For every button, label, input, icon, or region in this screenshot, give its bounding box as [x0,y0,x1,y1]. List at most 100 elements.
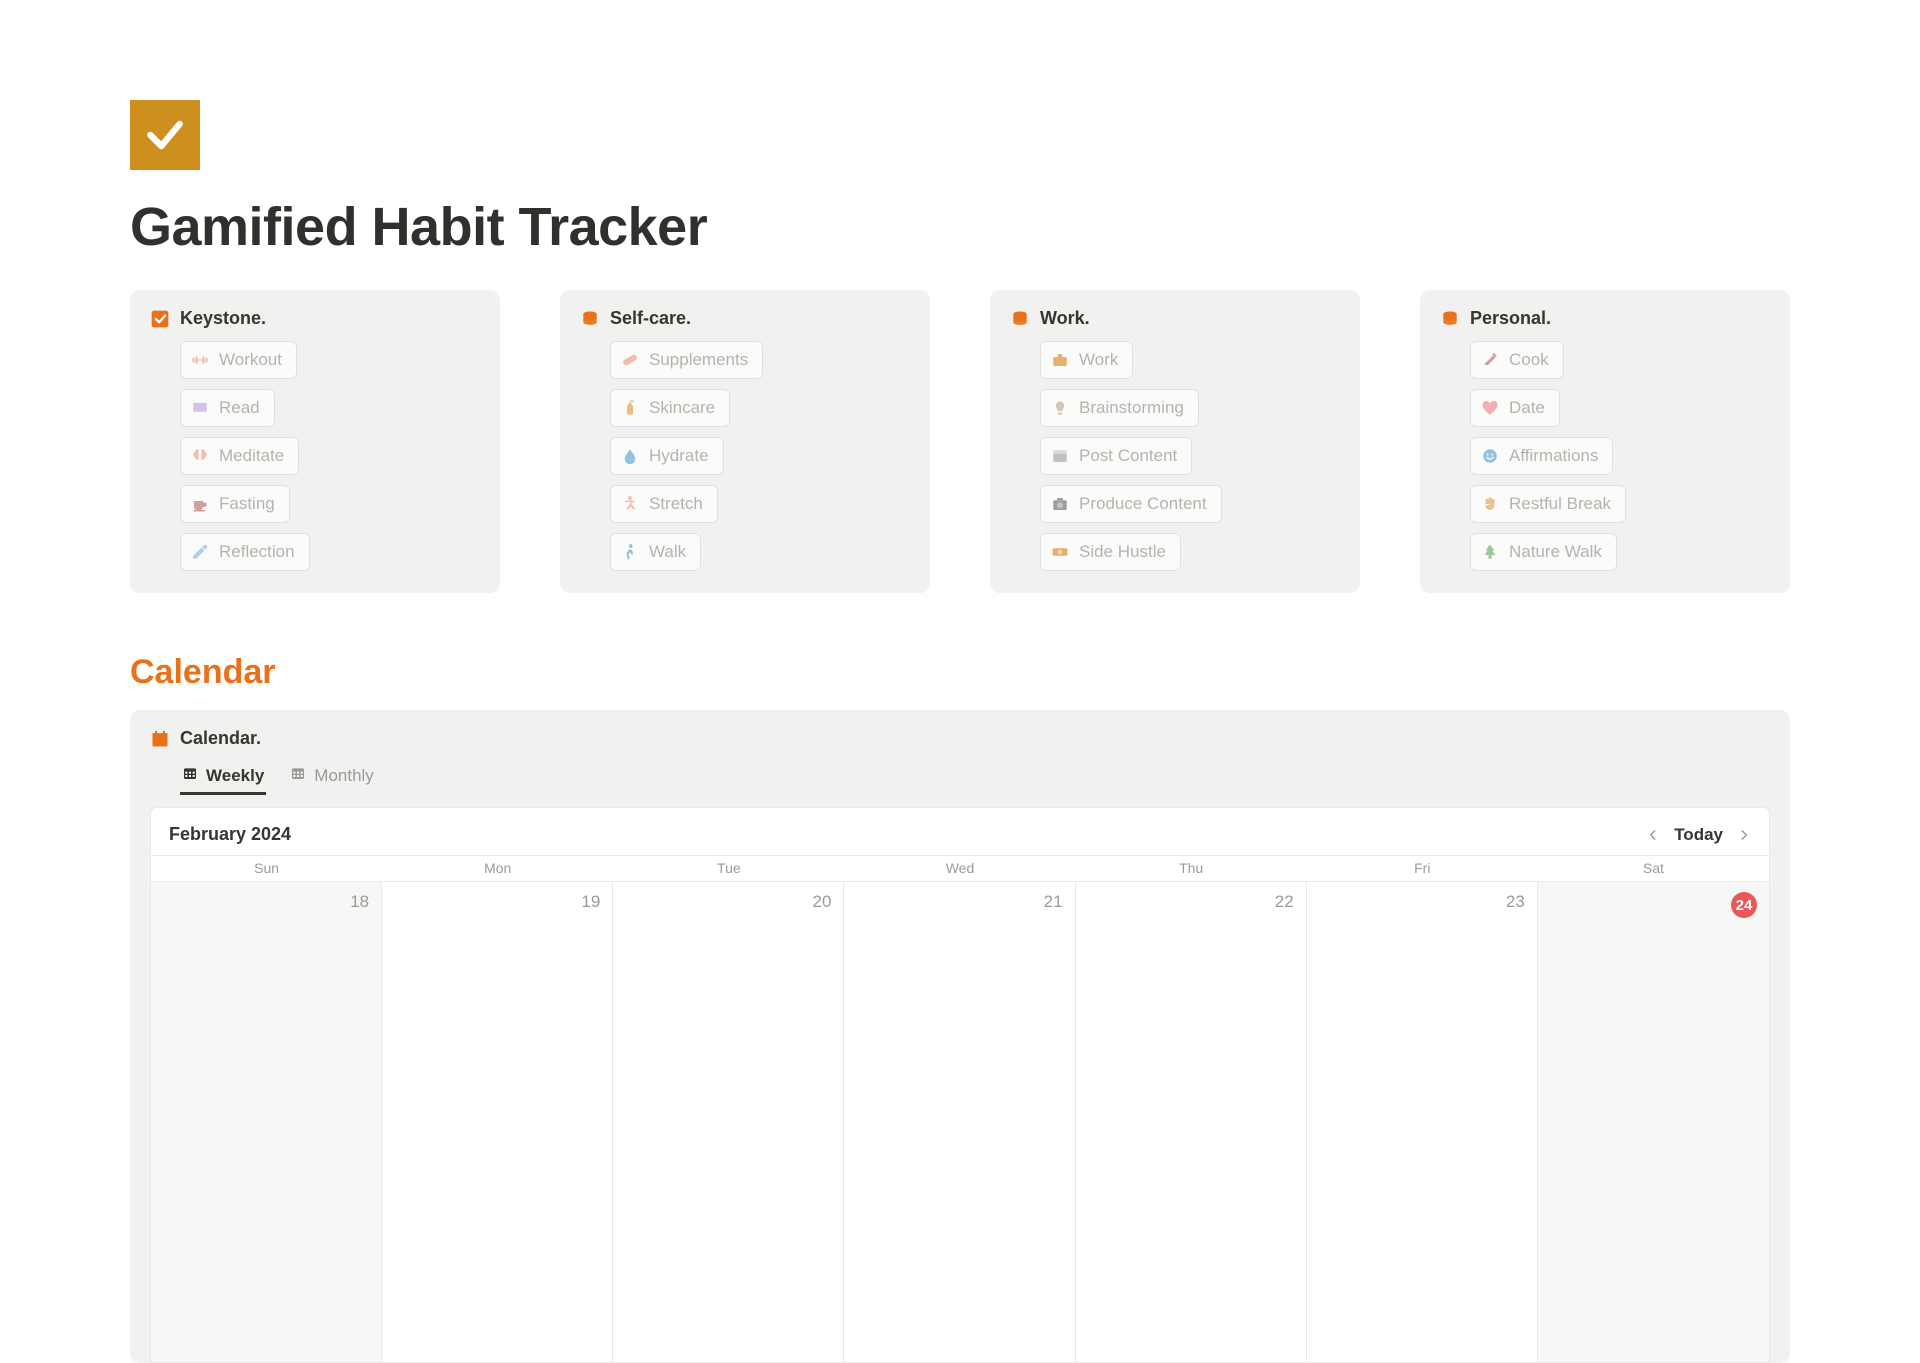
briefcase-icon [1051,351,1069,369]
habit-chip-label: Hydrate [649,446,709,466]
habit-chip[interactable]: Brainstorming [1040,389,1199,427]
calendar-next-button[interactable] [1737,828,1751,842]
stack-orange-icon [1010,309,1030,329]
habit-chip[interactable]: Meditate [180,437,299,475]
check-icon [143,113,187,157]
calendar-today-button[interactable]: Today [1674,825,1723,845]
habit-chip[interactable]: Restful Break [1470,485,1626,523]
page-title: Gamified Habit Tracker [130,196,1790,258]
pencil-icon [191,543,209,561]
calendar-title: Calendar. [180,728,261,749]
weekday-label: Fri [1307,856,1538,881]
habit-chip[interactable]: Workout [180,341,297,379]
calendar-grid-icon [182,765,198,786]
bulb-icon [1051,399,1069,417]
card-title: Work. [1040,308,1090,329]
date-cell[interactable]: 20 [613,882,844,1362]
check-square-orange-icon [150,309,170,329]
habit-chip[interactable]: Stretch [610,485,718,523]
habit-chip[interactable]: Side Hustle [1040,533,1181,571]
habit-chip-label: Supplements [649,350,748,370]
cash-icon [1051,543,1069,561]
chip-list: Supplements Skincare Hydrate Stretch Walk [580,341,910,571]
habit-chip[interactable]: Hydrate [610,437,724,475]
card-title: Personal. [1470,308,1551,329]
date-cell[interactable]: 22 [1076,882,1307,1362]
habit-chip-label: Affirmations [1509,446,1598,466]
calendar-tab-monthly[interactable]: Monthly [288,759,376,795]
hands-icon [1481,495,1499,513]
heart-icon [1481,399,1499,417]
habit-chip-label: Post Content [1079,446,1177,466]
tab-label: Monthly [314,766,374,786]
date-number: 19 [581,892,600,912]
habit-chip-label: Work [1079,350,1118,370]
habit-chip-label: Fasting [219,494,275,514]
calendar-prev-button[interactable] [1646,828,1660,842]
habit-chip[interactable]: Affirmations [1470,437,1613,475]
calendar-tabs: Weekly Monthly [150,759,1770,795]
calendar-month-label: February 2024 [169,824,291,845]
stack-orange-icon [580,309,600,329]
chevron-left-icon [1646,828,1660,842]
card-personal: Personal. Cook Date Affirmations Restful Bre… [1420,290,1790,593]
habit-chip[interactable]: Skincare [610,389,730,427]
weekday-label: Sat [1538,856,1769,881]
date-number: 20 [813,892,832,912]
habit-chip[interactable]: Walk [610,533,701,571]
habit-chip[interactable]: Work [1040,341,1133,379]
mug-icon [191,495,209,513]
cards-row: Keystone. Workout Read Meditate Fasting Refle… [130,290,1790,593]
habit-chip-label: Side Hustle [1079,542,1166,562]
chip-list: Workout Read Meditate Fasting Reflection [150,341,480,571]
habit-chip-label: Date [1509,398,1545,418]
habit-chip[interactable]: Nature Walk [1470,533,1617,571]
date-number: 22 [1275,892,1294,912]
tree-icon [1481,543,1499,561]
card-keystone: Keystone. Workout Read Meditate Fasting Refle… [130,290,500,593]
card-selfcare: Self-care. Supplements Skincare Hydrate Stre… [560,290,930,593]
today-badge: 24 [1731,892,1757,918]
habit-chip-label: Reflection [219,542,295,562]
card-title: Self-care. [610,308,691,329]
habit-chip[interactable]: Post Content [1040,437,1192,475]
weekday-label: Tue [613,856,844,881]
calendar-card: Calendar. Weekly Monthly February 2024 To… [130,710,1790,1363]
habit-chip-label: Restful Break [1509,494,1611,514]
habit-chip[interactable]: Date [1470,389,1560,427]
weekday-label: Thu [1076,856,1307,881]
lotion-icon [621,399,639,417]
stretch-icon [621,495,639,513]
knife-icon [1481,351,1499,369]
card-title: Keystone. [180,308,266,329]
habit-chip[interactable]: Fasting [180,485,290,523]
habit-chip[interactable]: Reflection [180,533,310,571]
weekday-label: Sun [151,856,382,881]
weekday-label: Mon [382,856,613,881]
pill-icon [621,351,639,369]
calendar-weekday-row: SunMonTueWedThuFriSat [151,855,1769,882]
date-cell[interactable]: 23 [1307,882,1538,1362]
calendar-date-row: 18 19 20 21 22 23 24 [151,882,1769,1362]
habit-chip[interactable]: Read [180,389,275,427]
date-cell[interactable]: 19 [382,882,613,1362]
habit-chip[interactable]: Produce Content [1040,485,1222,523]
habit-chip-label: Walk [649,542,686,562]
chip-list: Work Brainstorming Post Content Produce Con… [1010,341,1340,571]
book-open-icon [191,399,209,417]
calendar-icon [150,729,170,749]
window-icon [1051,447,1069,465]
chip-list: Cook Date Affirmations Restful Break Nature … [1440,341,1770,571]
date-cell[interactable]: 24 [1538,882,1769,1362]
habit-chip[interactable]: Supplements [610,341,763,379]
stack-orange-icon [1440,309,1460,329]
calendar-section-heading: Calendar [130,653,1790,692]
date-cell[interactable]: 21 [844,882,1075,1362]
habit-chip[interactable]: Cook [1470,341,1564,379]
habit-chip-label: Brainstorming [1079,398,1184,418]
habit-chip-label: Cook [1509,350,1549,370]
habit-chip-label: Read [219,398,260,418]
date-cell[interactable]: 18 [151,882,382,1362]
calendar-tab-weekly[interactable]: Weekly [180,759,266,795]
habit-chip-label: Skincare [649,398,715,418]
